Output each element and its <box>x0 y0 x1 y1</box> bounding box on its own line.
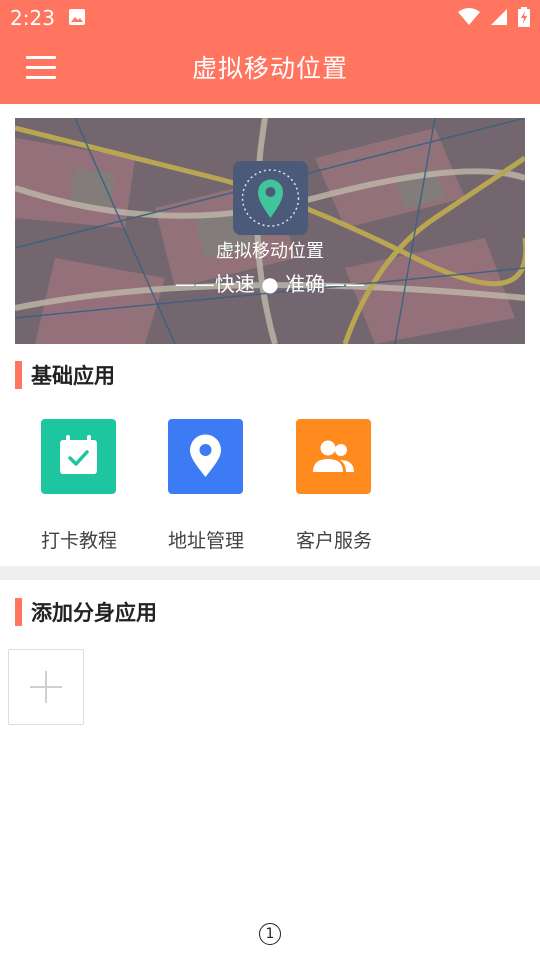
add-clone-app-button[interactable] <box>8 649 84 725</box>
page-title: 虚拟移动位置 <box>191 54 348 83</box>
wifi-icon <box>458 8 480 30</box>
checkin-tutorial-button[interactable] <box>41 419 116 494</box>
image-icon <box>68 8 86 30</box>
banner-title: 虚拟移动位置 <box>216 241 324 262</box>
app-bar: 虚拟移动位置 <box>0 36 540 104</box>
calendar-check-icon <box>60 435 97 474</box>
status-bar: 2:23 <box>0 0 540 36</box>
clone-section-title: 添加分身应用 <box>31 601 157 625</box>
customer-service-button[interactable] <box>296 419 371 494</box>
status-time: 2:23 <box>10 6 55 30</box>
banner-tagline: ——快速 ● 准确—— <box>174 272 366 296</box>
section-accent-bar <box>15 361 22 389</box>
basic-section-header: 基础应用 <box>15 360 115 390</box>
section-divider <box>0 566 540 580</box>
basic-section-title: 基础应用 <box>31 364 115 388</box>
checkin-tutorial-label: 打卡教程 <box>40 530 117 552</box>
customer-service-label: 客户服务 <box>295 530 372 552</box>
address-management-label: 地址管理 <box>167 530 244 552</box>
battery-charging-icon <box>518 7 530 31</box>
section-accent-bar <box>15 598 22 626</box>
users-icon <box>313 440 354 472</box>
signal-icon <box>490 8 508 30</box>
banner-logo <box>233 161 308 235</box>
plus-icon <box>30 671 62 703</box>
location-pin-icon <box>190 434 221 477</box>
location-pin-icon <box>233 161 308 235</box>
clone-section-header: 添加分身应用 <box>15 597 157 627</box>
page-indicator: 1 <box>259 923 281 945</box>
address-management-button[interactable] <box>168 419 243 494</box>
